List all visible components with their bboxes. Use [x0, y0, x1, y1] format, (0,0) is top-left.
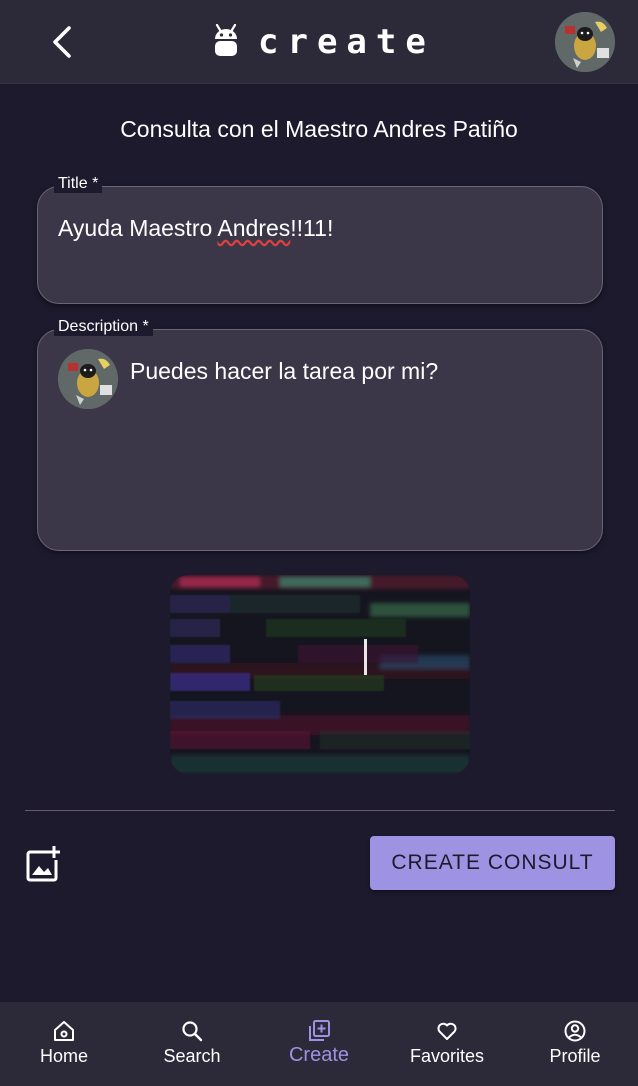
heart-icon	[437, 1022, 457, 1040]
nav-item-search[interactable]: Search	[137, 1002, 247, 1086]
home-icon	[54, 1021, 74, 1041]
add-image-button[interactable]	[24, 844, 64, 884]
chevron-left-icon	[53, 26, 71, 58]
title-field[interactable]: Ayuda Maestro Andres!!11!	[37, 186, 603, 304]
nav-label: Profile	[549, 1046, 601, 1066]
title-input-value[interactable]: Ayuda Maestro Andres!!11!	[58, 215, 333, 242]
nav-item-favorites[interactable]: Favorites	[392, 1002, 502, 1086]
nav-label: Home	[39, 1046, 88, 1066]
back-button[interactable]	[40, 22, 84, 62]
bottom-navigation: Home Search Create Favorites Profile	[0, 1002, 638, 1086]
description-field[interactable]: Puedes hacer la tarea por mi?	[37, 329, 603, 551]
add-box-icon	[309, 1020, 330, 1041]
app-brand: create	[212, 22, 435, 62]
nav-label: Create	[288, 1044, 350, 1066]
description-avatar	[58, 349, 118, 409]
android-icon	[215, 24, 237, 56]
nav-item-create[interactable]: Create	[264, 1002, 374, 1086]
add-photo-icon	[26, 846, 60, 882]
create-consult-button[interactable]: CREATE CONSULT	[370, 836, 615, 890]
title-label: Title *	[54, 175, 103, 193]
nav-item-home[interactable]: Home	[9, 1002, 119, 1086]
user-avatar[interactable]	[555, 12, 615, 72]
consult-heading: Consulta con el Maestro Andres Patiño	[120, 116, 518, 142]
description-label: Description *	[54, 318, 153, 336]
account-circle-icon	[564, 1020, 586, 1042]
nav-label: Search	[163, 1046, 221, 1066]
nav-item-profile[interactable]: Profile	[520, 1002, 630, 1086]
app-bar: create	[0, 0, 638, 84]
attached-image[interactable]	[170, 575, 470, 774]
search-icon	[182, 1021, 203, 1042]
misspelled-word: Andres	[217, 215, 291, 241]
description-input-value[interactable]: Puedes hacer la tarea por mi?	[130, 358, 438, 385]
divider	[25, 810, 615, 811]
page-title: create	[258, 22, 435, 62]
nav-label: Favorites	[409, 1046, 485, 1066]
